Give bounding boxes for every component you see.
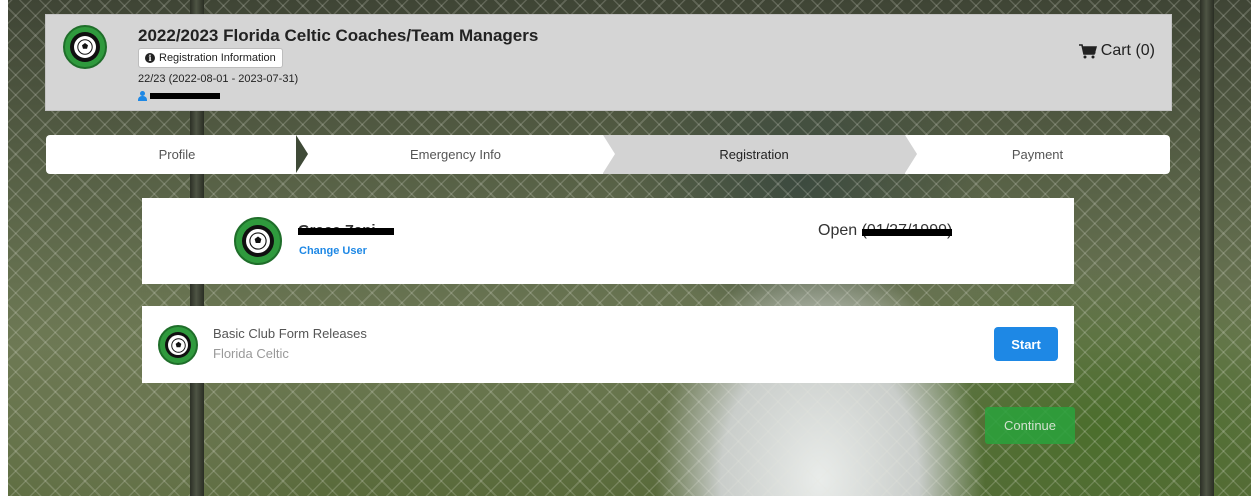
redaction-bar: [861, 229, 953, 236]
club-logo: [63, 25, 107, 69]
club-logo: [158, 325, 198, 365]
change-user-link[interactable]: Change User: [299, 245, 367, 257]
step-emergency-info[interactable]: Emergency Info: [308, 135, 603, 174]
registration-status: Open (01/27/1999): [818, 222, 953, 240]
redacted-username: [150, 93, 220, 99]
current-user: [138, 91, 220, 101]
redaction-bar: [298, 228, 394, 235]
start-button[interactable]: Start: [994, 327, 1058, 361]
event-header: 2022/2023 Florida Celtic Coaches/Team Ma…: [45, 14, 1172, 111]
info-icon: i: [145, 53, 155, 63]
registration-info-button[interactable]: i Registration Information: [138, 48, 283, 68]
form-list-item: Basic Club Form Releases Florida Celtic …: [142, 306, 1074, 383]
status-text: Open: [818, 222, 858, 239]
cart-button[interactable]: Cart (0): [1078, 42, 1155, 60]
date-of-birth: (01/27/1999): [861, 222, 953, 240]
step-profile[interactable]: Profile: [46, 135, 308, 174]
step-label: Emergency Info: [409, 147, 502, 162]
step-payment[interactable]: Payment: [905, 135, 1170, 174]
step-registration[interactable]: Registration: [603, 135, 905, 174]
club-logo: [234, 217, 282, 265]
form-title: Basic Club Form Releases: [213, 326, 367, 341]
page-title: 2022/2023 Florida Celtic Coaches/Team Ma…: [138, 26, 539, 45]
registration-info-label: Registration Information: [159, 52, 276, 64]
step-separator: [603, 135, 615, 173]
cart-icon: [1078, 43, 1097, 58]
registration-steps: Profile Emergency Info Registration Paym…: [46, 135, 1170, 174]
step-separator: [296, 135, 308, 173]
page-edge: [0, 0, 8, 496]
continue-button[interactable]: Continue: [985, 407, 1075, 444]
participant-name: Grace Zani: [298, 222, 394, 239]
cart-label: Cart (0): [1100, 42, 1155, 59]
participant-card: Grace Zani Change User Open (01/27/1999): [142, 198, 1074, 284]
step-label: Profile: [158, 147, 196, 162]
step-separator: [905, 135, 917, 173]
step-label: Registration: [719, 147, 789, 162]
page-edge: [1251, 0, 1259, 496]
form-club-name: Florida Celtic: [213, 346, 289, 361]
season-dates: 22/23 (2022-08-01 - 2023-07-31): [138, 73, 299, 85]
fence-post: [1200, 0, 1214, 496]
user-icon: [138, 91, 147, 101]
step-label: Payment: [1011, 147, 1064, 162]
